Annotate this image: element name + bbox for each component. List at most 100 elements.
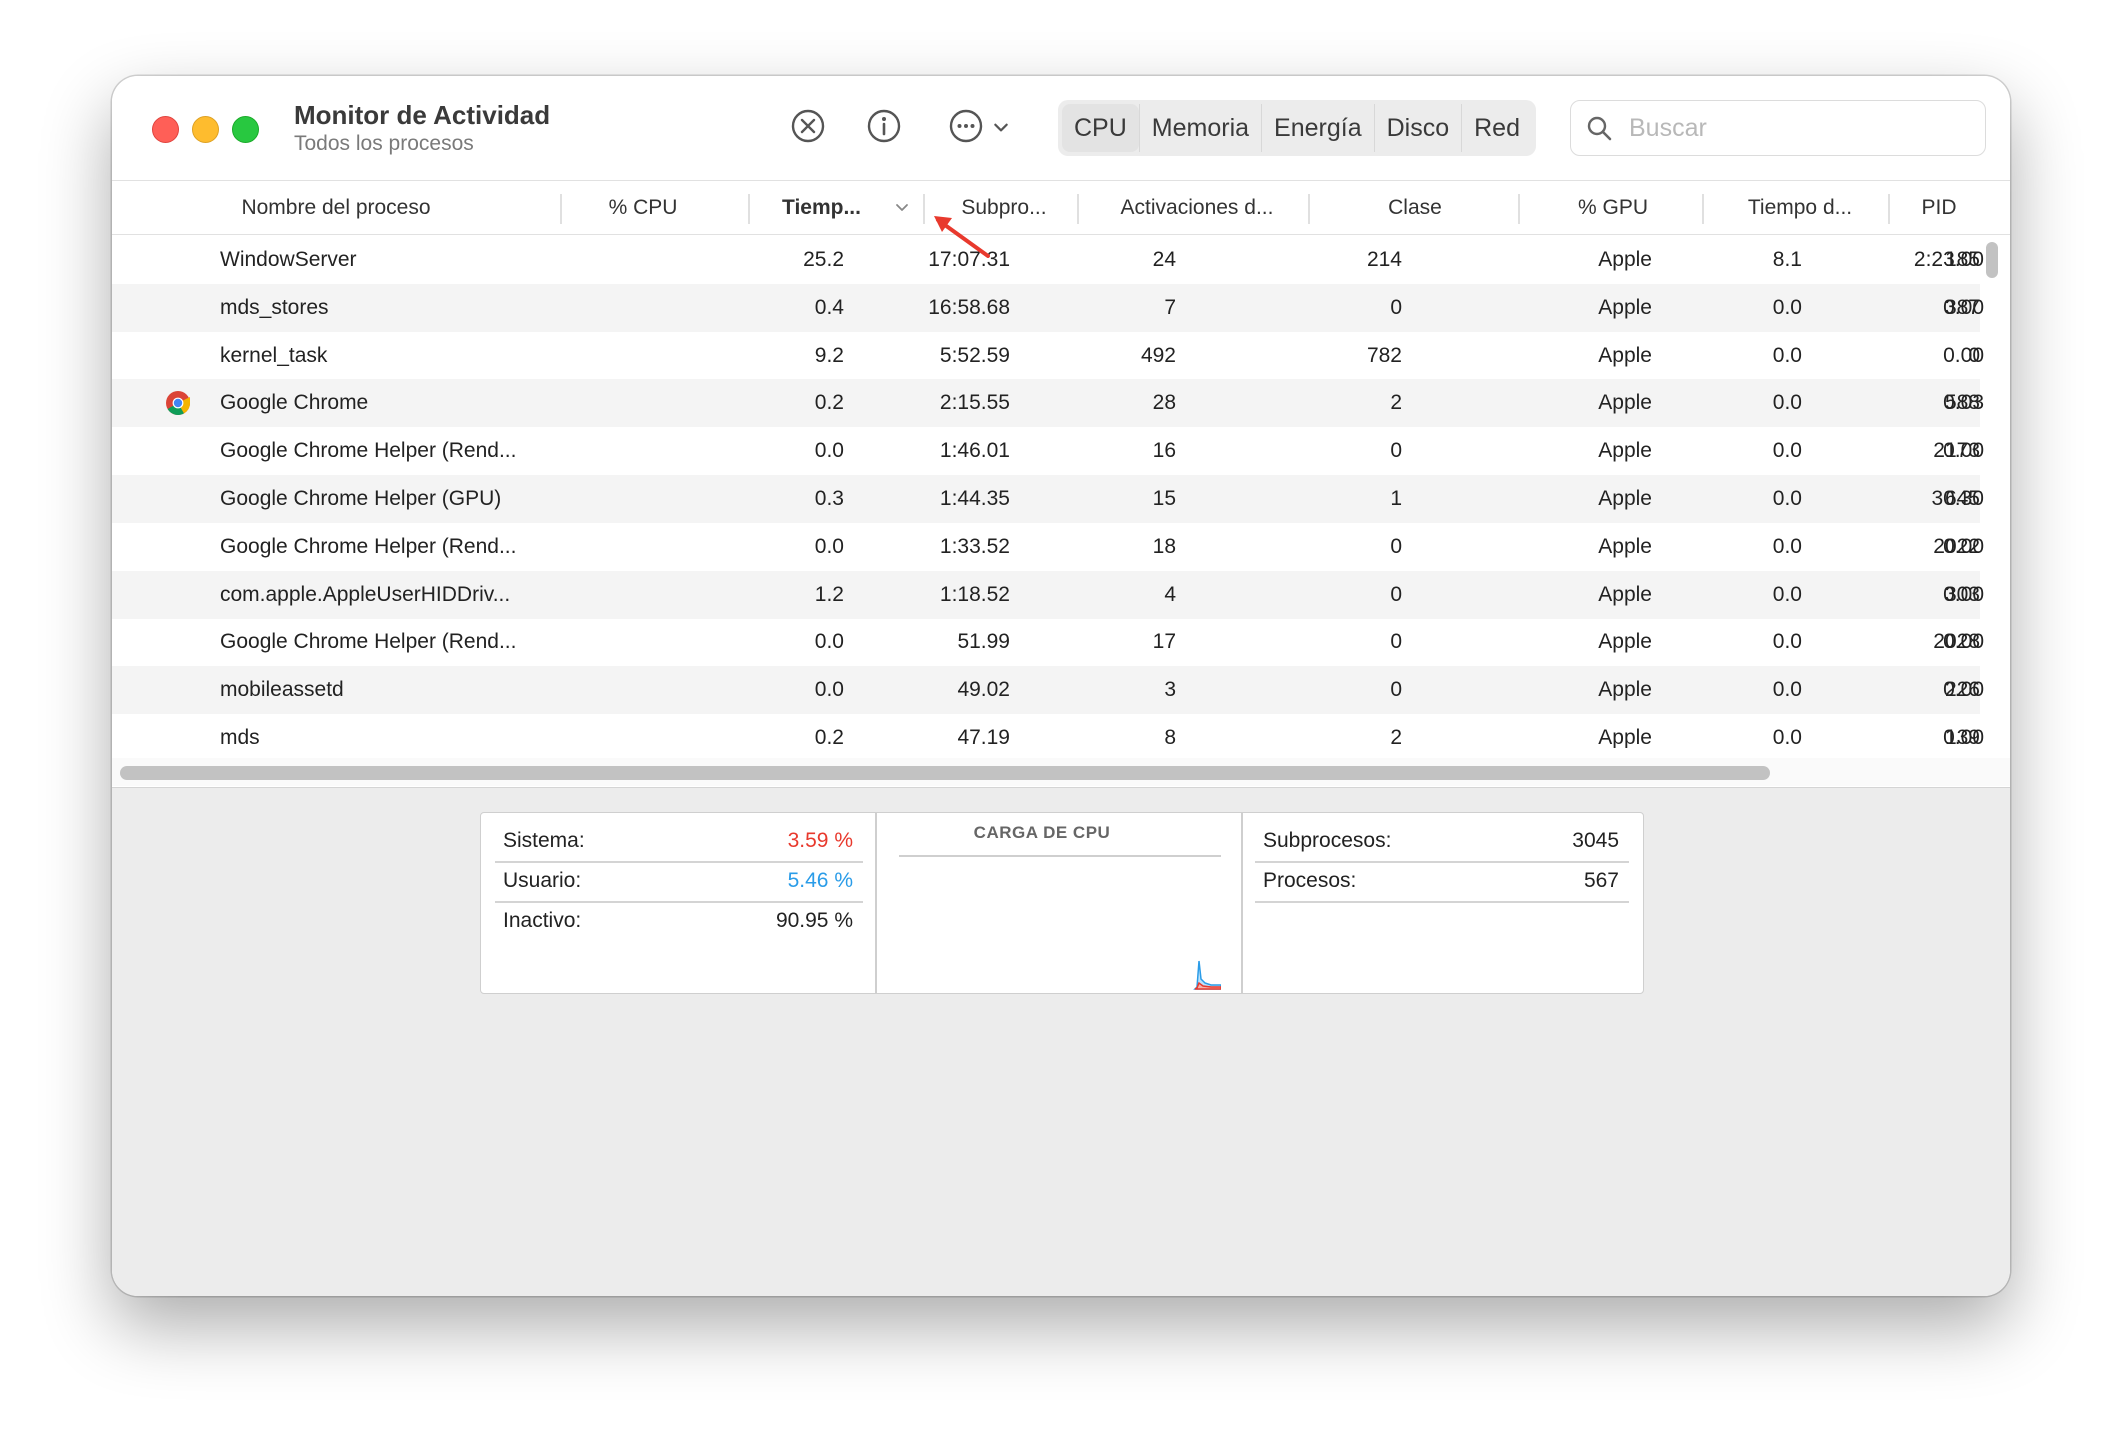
toolbar: Monitor de Actividad Todos los procesos … [112, 76, 2010, 181]
info-circle-icon [864, 106, 904, 146]
cell-wakes: 0 [1390, 439, 1402, 463]
minimize-window-button[interactable] [192, 116, 219, 143]
activity-monitor-window: Monitor de Actividad Todos los procesos … [112, 76, 2010, 1296]
cell-wakes: 214 [1366, 248, 1402, 271]
column-header-pid[interactable]: PID [1892, 182, 1986, 234]
column-header-kind[interactable]: Clase [1312, 182, 1518, 234]
column-header-gpu[interactable]: % GPU [1522, 182, 1704, 234]
column-header-time[interactable]: Tiemp... [772, 182, 902, 234]
table-row[interactable]: com.apple.AppleUserHIDDriv... 1.2 1:18.52 4… [112, 570, 1984, 619]
table-row[interactable]: Google Chrome Helper (Rend... 0.0 1:33.52 1… [112, 523, 1984, 571]
chevron-down-icon [992, 118, 1010, 136]
close-window-button[interactable] [152, 116, 179, 143]
table-row[interactable]: Google Chrome Helper (Rend... 0.0 51.99 17 0… [112, 618, 1984, 666]
procesos-label: Procesos: [1263, 869, 1357, 892]
cell-gpu: 0.0 [1772, 630, 1802, 654]
process-name: kernel_task [220, 343, 328, 367]
usuario-value: 5.46 % [787, 869, 853, 892]
search-field[interactable] [1570, 100, 1986, 156]
sort-descending-icon [894, 200, 910, 221]
xmark-circle-icon [788, 106, 828, 146]
table-row[interactable]: kernel_task 9.2 5:52.59 492 782 Apple 0.0 0.00 0 [112, 332, 1984, 380]
process-name: mds [220, 726, 260, 748]
cell-pid: 588 [1944, 391, 1980, 415]
cell-gpu: 0.0 [1772, 487, 1802, 510]
cell-gpu: 0.0 [1772, 439, 1802, 463]
search-icon [1585, 114, 1613, 142]
cell-wakes: 0 [1390, 630, 1402, 654]
subprocesos-value: 3045 [1572, 829, 1619, 852]
table-header: Nombre del proceso % CPU Tiemp... Subpro… [112, 182, 2010, 235]
tab-cpu[interactable]: CPU [1062, 104, 1139, 152]
column-header-name[interactable]: Nombre del proceso [112, 182, 560, 234]
cell-threads: 16 [1152, 439, 1176, 463]
cell-pid: 2173 [1933, 439, 1980, 463]
cell-time: 1:18.52 [939, 582, 1010, 606]
table-row[interactable]: mds 0.2 47.19 8 2 Apple 0.0 0.00 139 [112, 714, 1984, 748]
cpu-summary-area: Sistema: 3.59 % Usuario: 5.46 % Inactivo… [112, 787, 2010, 1296]
usuario-label: Usuario: [503, 869, 582, 892]
cell-wakes: 1 [1390, 487, 1402, 510]
process-name: Google Chrome Helper (Rend... [220, 534, 517, 558]
search-input[interactable] [1627, 109, 1971, 147]
ellipsis-circle-icon [946, 106, 986, 146]
cell-gpu: 8.1 [1772, 248, 1802, 271]
cell-gpu: 0.0 [1772, 582, 1802, 606]
column-header-wakes[interactable]: Activaciones d... [1092, 182, 1302, 234]
cell-threads: 8 [1164, 726, 1176, 748]
sistema-value: 3.59 % [787, 829, 853, 852]
cell-threads: 18 [1152, 534, 1176, 558]
tab-memoria[interactable]: Memoria [1138, 104, 1261, 152]
cell-wakes: 782 [1366, 343, 1402, 367]
table-row[interactable]: Google Chrome Helper (Rend... 0.0 1:46.01 1… [112, 427, 1984, 475]
process-name: Google Chrome [220, 391, 369, 415]
cell-wakes: 0 [1390, 295, 1402, 319]
tab-disco[interactable]: Disco [1373, 104, 1462, 152]
cell-pid: 387 [1944, 295, 1980, 319]
sistema-label: Sistema: [503, 829, 585, 852]
table-row[interactable]: Google Chrome Helper (GPU) 0.3 1:44.35 15 1 A… [112, 475, 1984, 523]
cell-gpu: 0.0 [1772, 726, 1802, 748]
process-name: Google Chrome Helper (Rend... [220, 439, 517, 463]
zoom-window-button[interactable] [232, 116, 259, 143]
horizontal-scrollbar[interactable] [120, 766, 1770, 780]
cpu-load-title: CARGA DE CPU [973, 823, 1111, 842]
cell-gpu: 0.0 [1772, 534, 1802, 558]
window-title: Monitor de Actividad [294, 100, 551, 130]
cell-threads: 7 [1164, 295, 1176, 319]
vertical-scrollbar[interactable] [1986, 242, 1998, 278]
cell-threads: 17 [1152, 630, 1176, 654]
process-name: Google Chrome Helper (GPU) [220, 487, 502, 510]
cell-threads: 28 [1152, 391, 1176, 415]
cell-threads: 24 [1152, 248, 1176, 271]
cell-wakes: 0 [1390, 534, 1402, 558]
process-list: WindowServer 25.2 17:07.31 24 214 Apple 8.1 2:2… [112, 236, 2010, 748]
column-header-cpu[interactable]: % CPU [562, 182, 724, 234]
table-row[interactable]: Google Chrome 0.2 2:15.55 28 2 Apple 0.0 0.03 58… [112, 379, 1984, 428]
window-subtitle: Todos los procesos [294, 132, 474, 155]
more-actions-button[interactable] [946, 106, 1016, 146]
cell-threads: 492 [1140, 343, 1176, 367]
table-row[interactable]: mds_stores 0.4 16:58.68 7 0 Apple 0.0 0.00 387 [112, 283, 1984, 332]
cell-wakes: 0 [1390, 582, 1402, 606]
cell-time: 49.02 [957, 678, 1010, 702]
info-button[interactable] [864, 106, 904, 146]
cell-wakes: 2 [1390, 726, 1402, 748]
cell-wakes: 2 [1390, 391, 1402, 415]
cell-pid: 2028 [1933, 630, 1980, 654]
cell-time: 47.19 [957, 726, 1010, 748]
cell-threads: 3 [1164, 678, 1176, 702]
stop-process-button[interactable] [788, 106, 828, 146]
column-header-gpu-time[interactable]: Tiempo d... [1712, 182, 1888, 234]
annotation-arrow-icon [934, 216, 990, 258]
cell-gpu: 0.0 [1772, 295, 1802, 319]
tab-red[interactable]: Red [1461, 104, 1532, 152]
cell-time: 1:33.52 [939, 534, 1010, 558]
table-row[interactable]: WindowServer 25.2 17:07.31 24 214 Apple 8.1 2:2… [112, 236, 1984, 284]
tab-energia[interactable]: Energía [1261, 104, 1374, 152]
subprocesos-label: Subprocesos: [1263, 829, 1392, 852]
table-row[interactable]: mobileassetd 0.0 49.02 3 0 Apple 0.0 0.00 226 [112, 666, 1984, 715]
cell-pid: 2022 [1933, 534, 1980, 558]
cell-time: 2:15.55 [939, 391, 1010, 415]
cell-gpu: 0.0 [1772, 678, 1802, 702]
